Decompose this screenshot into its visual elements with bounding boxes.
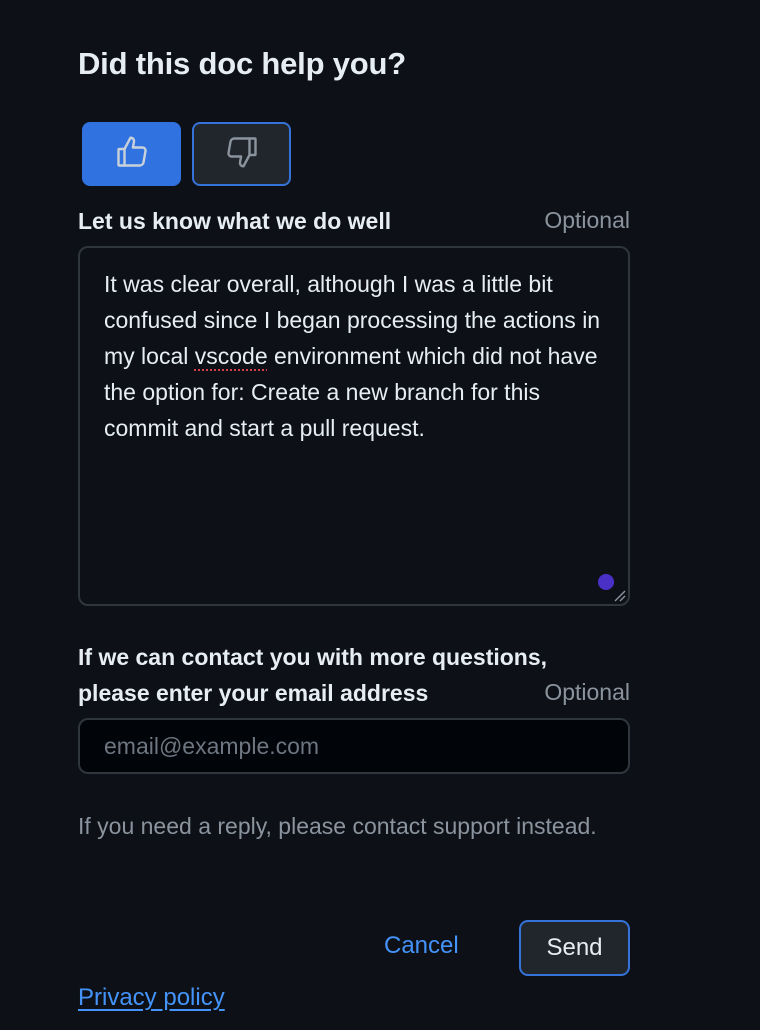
spelling-error-word[interactable]: vscode [195,343,268,369]
email-optional-label: Optional [544,679,630,705]
cancel-button[interactable]: Cancel [384,932,459,960]
comment-textarea[interactable]: It was clear overall, although I was a l… [78,246,630,606]
thumbs-down-icon [224,134,260,175]
thumbs-up-button[interactable] [82,122,181,186]
email-label: If we can contact you with more question… [78,644,548,706]
resize-handle-icon[interactable] [612,588,626,602]
comment-optional-label: Optional [544,207,630,233]
support-note: If you need a reply, please contact supp… [78,813,597,839]
thumbs-down-button[interactable] [192,122,291,186]
privacy-policy-link[interactable]: Privacy policy [78,984,225,1012]
email-field[interactable] [78,718,630,774]
feedback-title: Did this doc help you? [78,46,406,81]
comment-label: Let us know what we do well [78,208,392,234]
send-button[interactable]: Send [519,920,630,976]
thumbs-up-icon [114,134,150,175]
feedback-form: Did this doc help you? Let us know what … [0,0,760,1030]
comment-text: It was clear overall, although I was a l… [104,266,614,446]
